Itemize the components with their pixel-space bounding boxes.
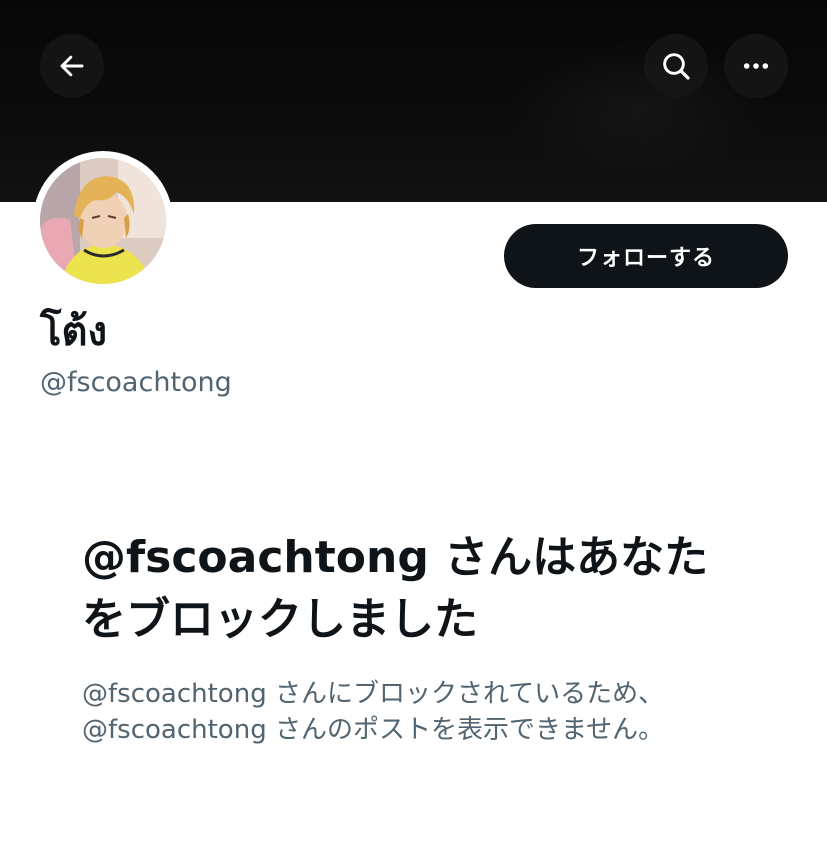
back-button[interactable] xyxy=(40,34,104,98)
blocked-notice-description: @fscoachtong さんにブロックされているため、 @fscoachton… xyxy=(82,676,762,748)
arrow-left-icon xyxy=(57,51,87,81)
blocked-description-line-1: @fscoachtong さんにブロックされているため、 xyxy=(82,679,665,709)
username-handle: @fscoachtong xyxy=(40,367,232,398)
follow-button[interactable]: フォローする xyxy=(504,224,788,288)
avatar[interactable] xyxy=(40,158,166,284)
avatar-frame[interactable] xyxy=(33,151,173,291)
blocked-notice-title: @fscoachtong さんはあなたをブロックしました xyxy=(82,532,709,645)
more-horizontal-icon xyxy=(740,50,772,82)
search-button[interactable] xyxy=(644,34,708,98)
blocked-description-line-2: @fscoachtong さんのポストを表示できません。 xyxy=(82,715,665,745)
search-icon xyxy=(660,50,692,82)
more-options-button[interactable] xyxy=(724,34,788,98)
display-name: โต้ง xyxy=(40,309,107,355)
